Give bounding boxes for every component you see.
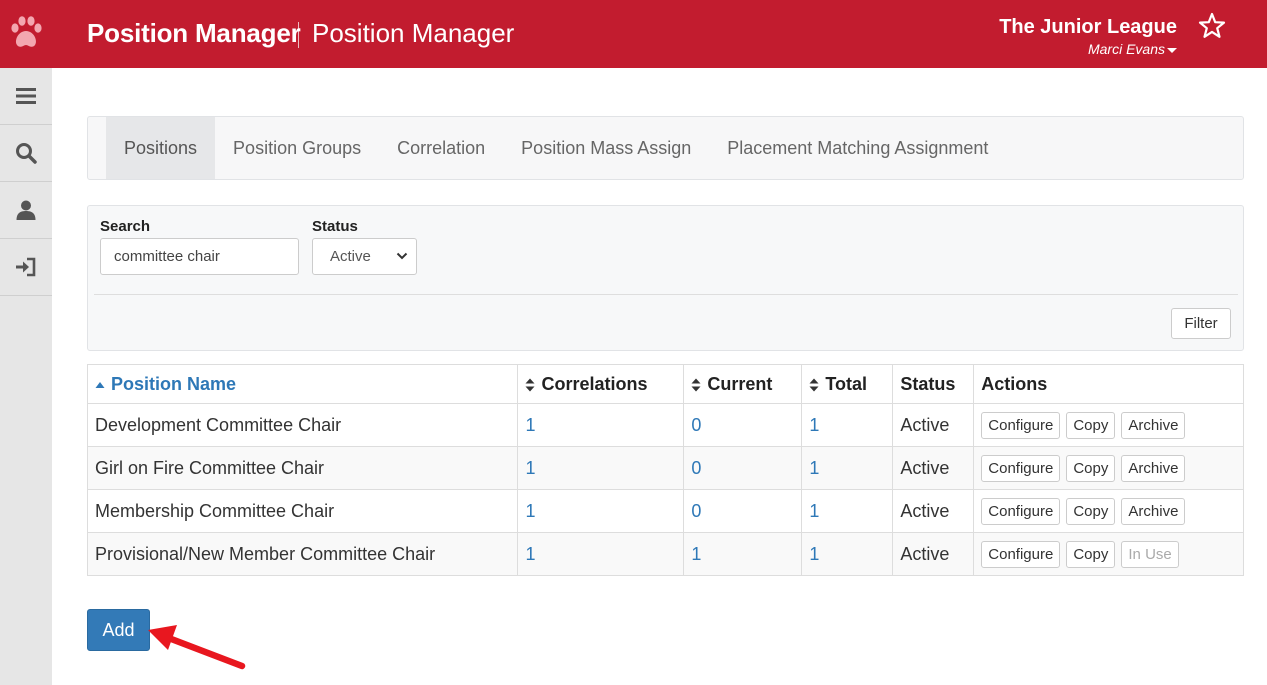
sort-icon [525,378,535,392]
configure-button[interactable]: Configure [981,411,1061,439]
current-link[interactable]: 0 [691,501,701,521]
actions-cell: Configure Copy In Use [973,532,1244,576]
logout-icon [16,257,36,277]
current-link[interactable]: 1 [691,544,701,564]
tab-position-mass-assign[interactable]: Position Mass Assign [503,117,709,179]
search-input[interactable] [100,238,299,275]
status-label: Status [312,218,358,235]
column-header-correlations[interactable]: Correlations [517,364,685,404]
status-select[interactable]: Active [312,238,417,275]
total-link[interactable]: 1 [809,501,819,521]
table-row: Provisional/New Member Committee Chair 1… [86,532,1244,576]
copy-button[interactable]: Copy [1066,454,1116,482]
filter-divider [94,294,1238,295]
column-header-position-name[interactable]: Position Name [86,364,519,404]
user-icon [16,200,36,220]
column-header-current[interactable]: Current [683,364,803,404]
actions-cell: Configure Copy Archive [973,489,1244,533]
actions-cell: Configure Copy Archive [973,446,1244,490]
status-select-value: Active [330,248,371,265]
search-icon [16,143,37,164]
sort-ascending-icon [95,381,105,388]
sidebar-search-button[interactable] [0,125,52,182]
positions-table: Position Name Correlations Current Total… [86,364,1244,576]
configure-button[interactable]: Configure [981,497,1061,525]
tab-placement-matching-assignment[interactable]: Placement Matching Assignment [709,117,1006,179]
current-link[interactable]: 0 [691,458,701,478]
configure-button[interactable]: Configure [981,454,1061,482]
sidebar-logout-button[interactable] [0,239,52,296]
table-row: Development Committee Chair 1 0 1 Active… [86,403,1244,447]
copy-button[interactable]: Copy [1066,411,1116,439]
search-label: Search [100,218,151,235]
position-name-cell: Girl on Fire Committee Chair [86,446,519,490]
filter-button[interactable]: Filter [1171,308,1231,339]
sidebar [0,68,52,685]
table-row: Membership Committee Chair 1 0 1 Active … [86,489,1244,533]
tab-bar: Positions Position Groups Correlation Po… [87,116,1244,180]
status-cell: Active [892,446,975,490]
chevron-down-icon [396,252,408,260]
column-header-total[interactable]: Total [801,364,894,404]
sort-icon [809,378,819,392]
configure-button[interactable]: Configure [981,540,1061,568]
archive-button[interactable]: Archive [1121,411,1186,439]
status-cell: Active [892,489,975,533]
position-name-cell: Provisional/New Member Committee Chair [86,532,519,576]
caret-down-icon [1167,47,1177,53]
copy-button[interactable]: Copy [1066,497,1116,525]
archive-button[interactable]: Archive [1121,497,1186,525]
table-row: Girl on Fire Committee Chair 1 0 1 Activ… [86,446,1244,490]
app-title[interactable]: Position Manager [87,18,301,49]
app-header: Position Manager Position Manager The Ju… [0,0,1267,68]
correlations-link[interactable]: 1 [525,544,535,564]
in-use-button: In Use [1121,540,1179,568]
organization-name: The Junior League [999,16,1177,38]
paw-logo-icon[interactable] [8,14,44,54]
tab-position-groups[interactable]: Position Groups [215,117,379,179]
user-name: Marci Evans [1087,41,1165,57]
sidebar-profile-button[interactable] [0,182,52,239]
page-title: Position Manager [312,18,515,48]
tab-positions[interactable]: Positions [106,117,216,179]
current-link[interactable]: 0 [691,415,701,435]
filter-panel: Search Status Active Filter [87,205,1244,351]
correlations-link[interactable]: 1 [525,415,535,435]
total-link[interactable]: 1 [809,415,819,435]
actions-cell: Configure Copy Archive [973,403,1244,447]
column-header-status: Status [892,364,975,404]
table-header-row: Position Name Correlations Current Total… [86,364,1244,404]
sort-icon [691,378,701,392]
correlations-link[interactable]: 1 [525,458,535,478]
user-menu[interactable]: Marci Evans [1088,41,1177,57]
title-divider [298,22,299,48]
position-name-cell: Membership Committee Chair [86,489,519,533]
archive-button[interactable]: Archive [1121,454,1186,482]
copy-button[interactable]: Copy [1066,540,1116,568]
position-name-cell: Development Committee Chair [86,403,519,447]
column-header-actions: Actions [973,364,1244,404]
correlations-link[interactable]: 1 [525,501,535,521]
star-icon[interactable] [1198,12,1226,40]
annotation-arrow-icon [148,625,246,670]
total-link[interactable]: 1 [809,458,819,478]
menu-icon [16,88,36,104]
status-cell: Active [892,532,975,576]
tab-correlation[interactable]: Correlation [379,117,503,179]
status-cell: Active [892,403,975,447]
total-link[interactable]: 1 [809,544,819,564]
sidebar-menu-button[interactable] [0,68,52,125]
